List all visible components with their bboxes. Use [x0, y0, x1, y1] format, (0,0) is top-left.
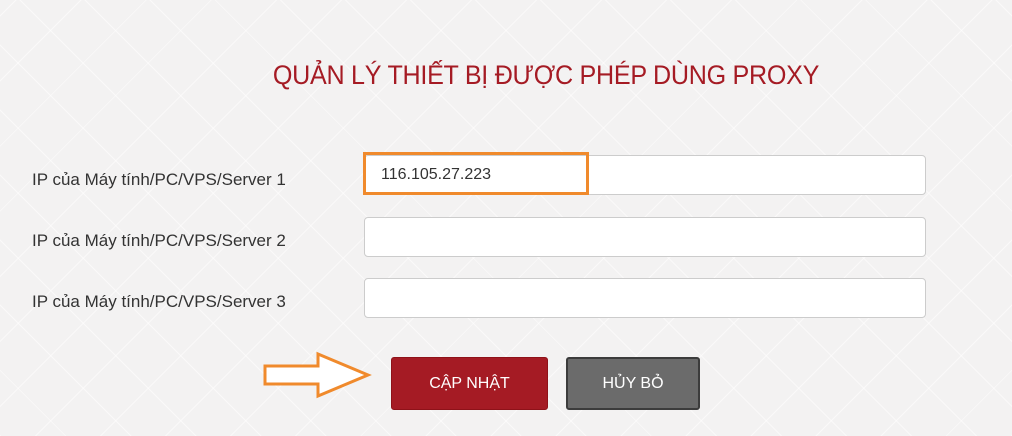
update-button[interactable]: CẬP NHẬT — [391, 357, 548, 410]
server-3-label: IP của Máy tính/PC/VPS/Server 3 — [32, 292, 286, 311]
cancel-button[interactable]: HỦY BỎ — [566, 357, 700, 410]
server-1-ip-input[interactable] — [364, 155, 926, 195]
right-arrow-icon — [263, 351, 372, 399]
server-1-label: IP của Máy tính/PC/VPS/Server 1 — [32, 170, 286, 189]
page-title: QUẢN LÝ THIẾT BỊ ĐƯỢC PHÉP DÙNG PROXY — [272, 60, 820, 90]
server-3-ip-input[interactable] — [364, 278, 926, 318]
server-2-ip-input[interactable] — [364, 217, 926, 257]
server-2-label: IP của Máy tính/PC/VPS/Server 2 — [32, 231, 286, 250]
